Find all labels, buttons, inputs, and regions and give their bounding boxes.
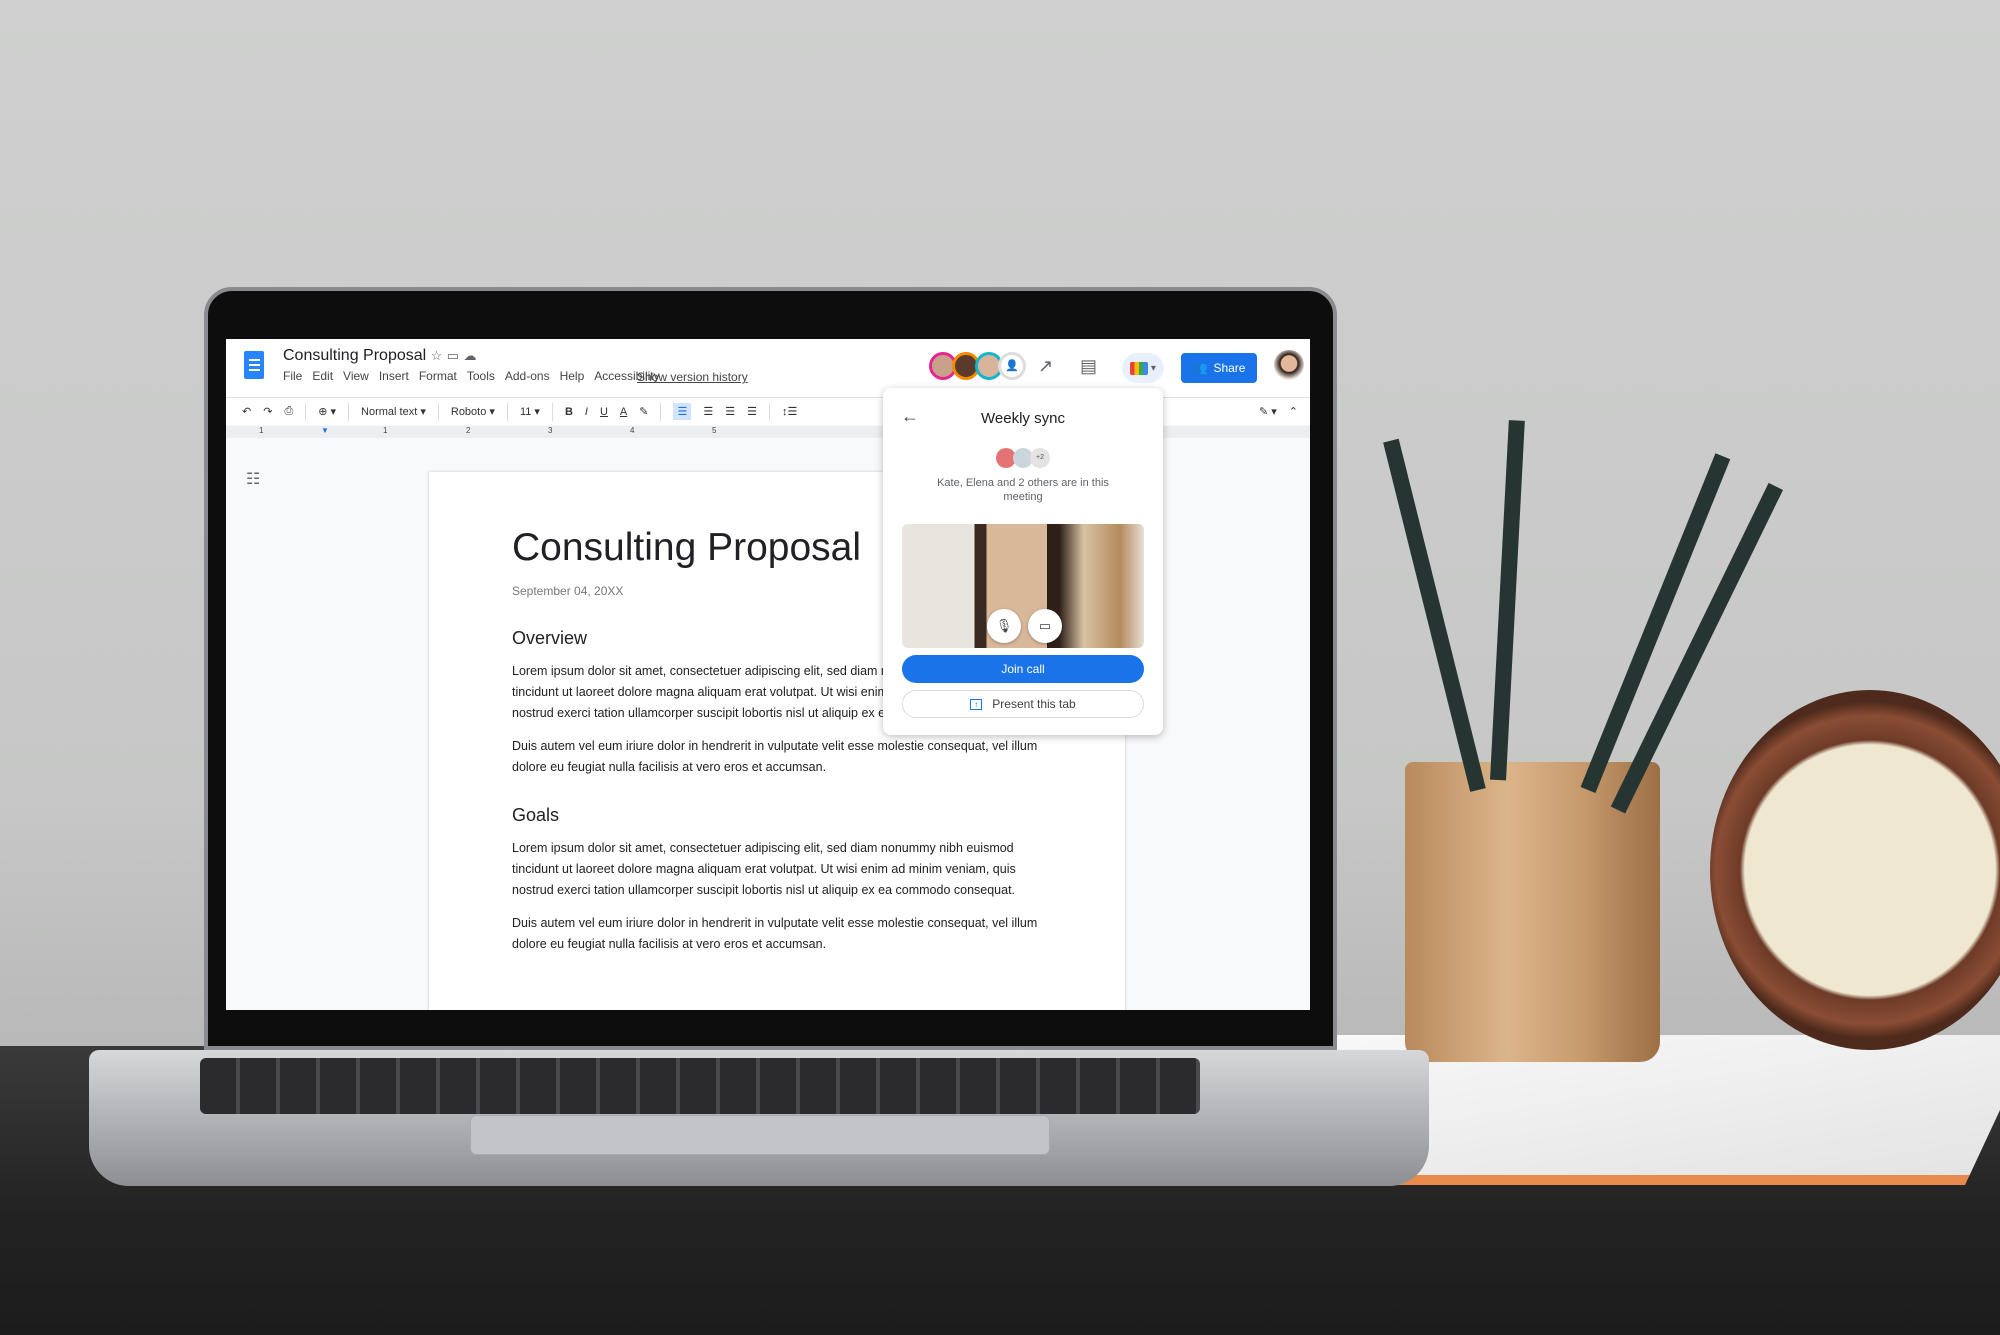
comments-icon[interactable]: ▤ bbox=[1080, 356, 1097, 377]
document-title[interactable]: Consulting Proposal ☆ ▭ ☁ bbox=[283, 347, 477, 365]
paragraph: Lorem ipsum dolor sit amet, consectetuer… bbox=[512, 841, 1016, 897]
people-icon: 👥 bbox=[1192, 361, 1208, 375]
divider bbox=[437, 402, 439, 421]
menu-help[interactable]: Help bbox=[560, 369, 585, 383]
align-right-icon[interactable]: ☰ bbox=[725, 405, 735, 418]
trackpad bbox=[470, 1115, 1050, 1155]
ruler-tick: 4 bbox=[630, 426, 635, 435]
menu-addons[interactable]: Add-ons bbox=[505, 369, 550, 383]
bold-icon[interactable]: B bbox=[565, 406, 573, 418]
move-folder-icon[interactable]: ▭ bbox=[447, 348, 459, 363]
paragraph: Duis autem vel eum iriure dolor in hendr… bbox=[512, 739, 1038, 774]
style-value: Normal text bbox=[361, 406, 418, 418]
doc-heading: Consulting Proposal bbox=[512, 526, 862, 569]
meeting-title: Weekly sync bbox=[981, 410, 1065, 427]
divider bbox=[506, 402, 508, 421]
extra-participants-badge: +2 bbox=[1030, 448, 1050, 468]
camera-toggle-icon[interactable]: ▭ bbox=[1028, 609, 1062, 643]
align-center-icon[interactable]: ☰ bbox=[703, 405, 713, 418]
section-title-overview: Overview bbox=[512, 628, 588, 648]
ruler-tick: 1 bbox=[259, 426, 264, 435]
present-tab-button[interactable]: ↑ Present this tab bbox=[902, 690, 1144, 718]
undo-icon[interactable]: ↶ bbox=[242, 405, 251, 418]
camera-preview bbox=[902, 524, 1144, 648]
document-outline-icon[interactable]: ☷ bbox=[246, 469, 260, 489]
pencil bbox=[1383, 438, 1486, 792]
join-call-button[interactable]: Join call bbox=[902, 655, 1144, 683]
justify-icon[interactable]: ☰ bbox=[747, 405, 757, 418]
font-value: Roboto bbox=[450, 406, 487, 418]
meet-popup: ← Weekly sync +2 Kate, Elena and 2 other… bbox=[883, 388, 1163, 735]
zoom-icon[interactable]: ⊕ ▾ bbox=[318, 405, 336, 418]
docs-logo-icon[interactable] bbox=[244, 351, 264, 379]
style-select[interactable]: Normal text ▾ bbox=[361, 405, 426, 418]
present-label: Present this tab bbox=[992, 697, 1076, 711]
menu-view[interactable]: View bbox=[343, 369, 369, 383]
divider bbox=[305, 402, 307, 421]
align-left-icon[interactable]: ☰ bbox=[673, 403, 692, 420]
ruler-tick: 5 bbox=[712, 426, 717, 435]
line-spacing-icon[interactable]: ↕☰ bbox=[782, 405, 797, 418]
menu-insert[interactable]: Insert bbox=[379, 369, 409, 383]
share-button[interactable]: 👥 Share bbox=[1181, 353, 1257, 383]
alarm-clock bbox=[1710, 690, 2000, 1050]
menu-edit[interactable]: Edit bbox=[312, 369, 333, 383]
present-screen-icon: ↑ bbox=[970, 698, 983, 710]
section-title-goals: Goals bbox=[512, 805, 560, 825]
paragraph: Duis autem vel eum iriure dolor in hendr… bbox=[512, 916, 1038, 951]
title-text[interactable]: Consulting Proposal bbox=[283, 347, 426, 364]
chat-participants-icon[interactable]: 👤 bbox=[998, 352, 1026, 380]
menu-format[interactable]: Format bbox=[419, 369, 457, 383]
font-size-select[interactable]: 11 ▾ bbox=[520, 405, 540, 418]
indent-marker-icon[interactable]: ▼ bbox=[321, 426, 329, 435]
redo-icon[interactable]: ↷ bbox=[263, 405, 272, 418]
ruler-tick: 1 bbox=[383, 426, 388, 435]
divider bbox=[551, 402, 553, 421]
font-size-value: 11 bbox=[519, 406, 532, 418]
star-icon[interactable]: ☆ bbox=[431, 348, 443, 363]
meet-logo-icon bbox=[1130, 361, 1149, 375]
divider bbox=[348, 402, 350, 421]
doc-date: September 04, 20XX bbox=[512, 584, 624, 598]
pencil bbox=[1490, 420, 1525, 781]
ruler-tick: 3 bbox=[548, 426, 553, 435]
text-color-icon[interactable]: A bbox=[620, 406, 627, 418]
divider bbox=[660, 402, 662, 421]
meeting-status: Kate, Elena and 2 others are in this mee… bbox=[937, 477, 1109, 503]
activity-trend-icon[interactable]: ↗ bbox=[1038, 356, 1053, 377]
print-icon[interactable]: ⎙ bbox=[284, 405, 293, 418]
menu-tools[interactable]: Tools bbox=[467, 369, 495, 383]
editing-mode-icon[interactable]: ✎ ▾ bbox=[1259, 405, 1277, 418]
underline-icon[interactable]: U bbox=[600, 406, 608, 418]
divider bbox=[768, 402, 770, 421]
font-select[interactable]: Roboto ▾ bbox=[451, 405, 495, 418]
cloud-icon: ☁ bbox=[463, 348, 477, 363]
share-label: Share bbox=[1213, 361, 1246, 375]
ruler-tick: 2 bbox=[466, 426, 471, 435]
menu-bar: File Edit View Insert Format Tools Add-o… bbox=[283, 369, 660, 383]
italic-icon[interactable]: I bbox=[585, 406, 588, 418]
keyboard bbox=[200, 1058, 1200, 1114]
meet-button[interactable]: ▾ bbox=[1122, 353, 1164, 383]
collapse-icon[interactable]: ⌃ bbox=[1289, 405, 1298, 418]
user-avatar[interactable] bbox=[1274, 350, 1304, 380]
version-history-link[interactable]: Show version history bbox=[637, 370, 748, 384]
menu-file[interactable]: File bbox=[283, 369, 302, 383]
microphone-toggle-icon[interactable]: 🎙 bbox=[987, 609, 1021, 643]
highlight-icon[interactable]: ✎ bbox=[639, 405, 648, 418]
